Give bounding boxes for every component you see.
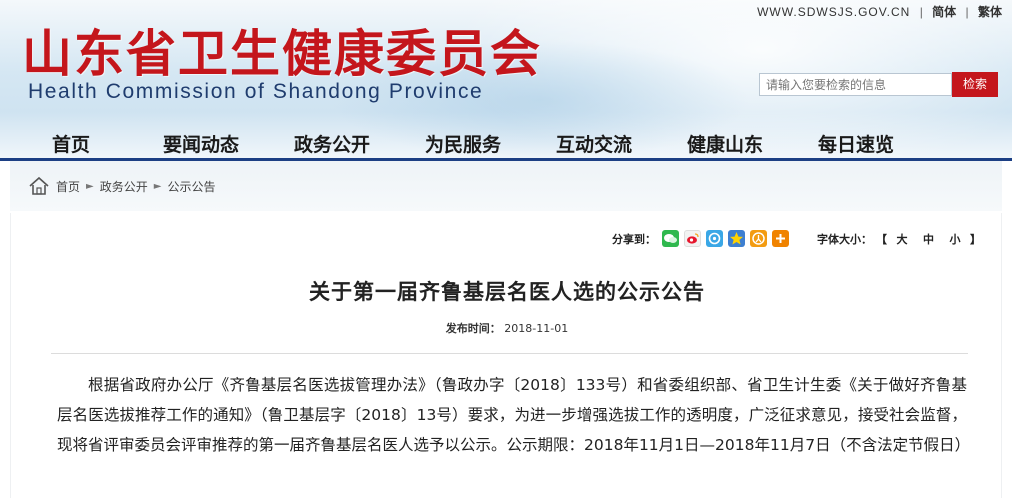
publish-date-label: 发布时间： (445, 322, 501, 335)
nav-item-services[interactable]: 为民服务 (425, 130, 501, 157)
divider: | (965, 5, 969, 19)
nav-item-home[interactable]: 首页 (52, 130, 90, 157)
lang-traditional-link[interactable]: 繁体 (978, 5, 1002, 19)
bracket-close: 】 (970, 232, 981, 246)
main-nav: 首页 要闻动态 政务公开 为民服务 互动交流 健康山东 每日速览 (0, 126, 1012, 159)
nav-item-daily[interactable]: 每日速览 (818, 130, 894, 157)
font-size-large[interactable]: 大 (897, 233, 908, 246)
lang-simplified-link[interactable]: 简体 (932, 5, 956, 19)
renren-icon[interactable] (750, 230, 767, 247)
font-size-medium[interactable]: 中 (923, 233, 934, 246)
site-logo-chinese[interactable]: 山东省卫生健康委员会 (22, 14, 542, 86)
publish-date: 发布时间： 2018-11-01 (11, 320, 1003, 336)
breadcrumb-announcements[interactable]: 公示公告 (167, 178, 215, 195)
divider: | (919, 5, 923, 19)
breadcrumb-bar: 首页 ► 政务公开 ► 公示公告 (10, 161, 1002, 211)
breadcrumb: 首页 ► 政务公开 ► 公示公告 (28, 176, 215, 196)
title-divider (51, 353, 968, 354)
breadcrumb-home[interactable]: 首页 (56, 178, 80, 195)
search-input[interactable] (759, 73, 952, 96)
share-icons (662, 230, 789, 247)
site-header: 山东省卫生健康委员会 Health Commission of Shandong… (0, 0, 1012, 160)
search-button[interactable]: 检索 (952, 72, 998, 97)
article-title: 关于第一届齐鲁基层名医人选的公示公告 (309, 280, 705, 304)
share-label: 分享到： (612, 232, 656, 246)
font-size-small[interactable]: 小 (950, 233, 961, 246)
weibo-icon[interactable] (684, 230, 701, 247)
nav-item-gov-affairs[interactable]: 政务公开 (294, 130, 370, 157)
nav-item-interaction[interactable]: 互动交流 (556, 130, 632, 157)
publish-date-value: 2018-11-01 (504, 322, 569, 335)
qzone-icon[interactable] (706, 230, 723, 247)
nav-item-news[interactable]: 要闻动态 (163, 130, 239, 157)
site-url[interactable]: WWW.SDWSJS.GOV.CN (757, 5, 910, 19)
chevron-right-icon: ► (153, 180, 162, 192)
article-panel: 分享到： 字体大小： 【 大 中 小 】 关于第一届齐鲁基层名医人选的公示公告 … (10, 213, 1002, 498)
nav-item-health[interactable]: 健康山东 (687, 130, 763, 157)
qq-space-icon[interactable] (728, 230, 745, 247)
wechat-icon[interactable] (662, 230, 679, 247)
font-size-label: 字体大小： (817, 232, 872, 246)
article-body: 根据省政府办公厅《齐鲁基层名医选拔管理办法》（鲁政办字〔2018〕133号）和省… (57, 376, 971, 454)
bracket-open: 【 (876, 232, 887, 246)
breadcrumb-gov-affairs[interactable]: 政务公开 (100, 178, 148, 195)
more-share-icon[interactable] (772, 230, 789, 247)
top-links: WWW.SDWSJS.GOV.CN | 简体 | 繁体 (757, 3, 1002, 20)
home-icon[interactable] (28, 176, 50, 196)
chevron-right-icon: ► (86, 180, 94, 192)
font-size-options: 【 大 中 小 】 (876, 231, 981, 247)
article-tools: 分享到： 字体大小： 【 大 中 小 】 (612, 230, 981, 247)
site-logo-english[interactable]: Health Commission of Shandong Province (28, 80, 483, 104)
